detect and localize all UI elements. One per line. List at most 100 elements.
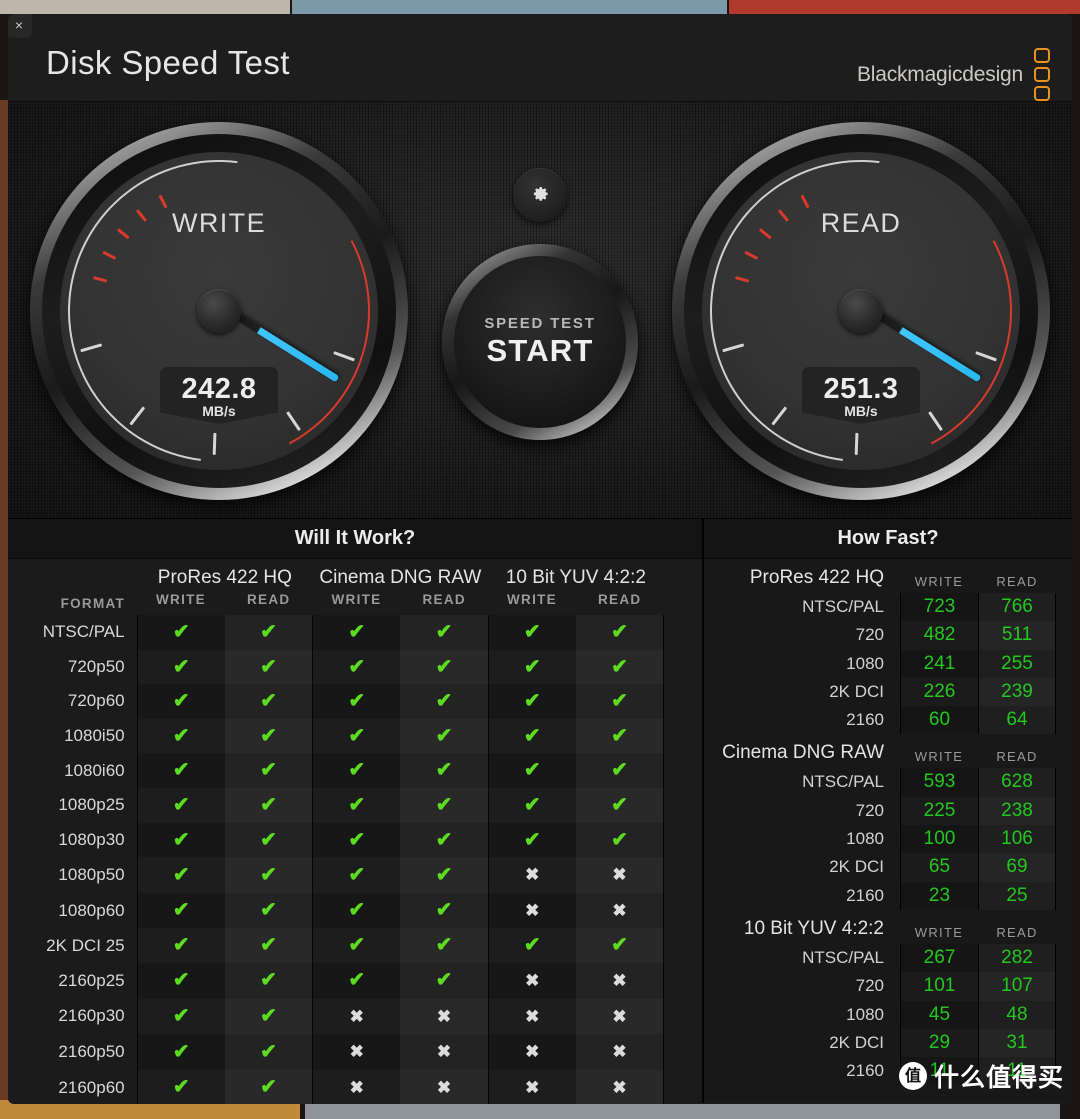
page-title: Disk Speed Test — [46, 44, 290, 81]
write-speed-value: 100 — [900, 825, 978, 854]
list-item: 720 101 107 — [720, 972, 1056, 1001]
gauge-major-tick — [771, 406, 787, 426]
support-yes-icon: ✔ — [400, 822, 489, 858]
how-fast-block-header: ProRes 422 HQ WRITE READ — [720, 559, 1056, 593]
support-yes-icon: ✔ — [312, 962, 401, 999]
format-label: 1080p50 — [58, 864, 125, 884]
support-yes-icon: ✔ — [312, 857, 401, 893]
support-yes-icon: ✔ — [224, 684, 313, 719]
format-label: NTSC/PAL — [42, 622, 125, 642]
write-speed-value: 45 — [900, 1000, 978, 1029]
gauge-redline-tick — [744, 250, 759, 260]
support-yes-icon: ✔ — [136, 928, 225, 963]
format-label: 1080p30 — [58, 829, 125, 849]
support-yes-icon: ✔ — [136, 615, 225, 650]
codec-header-dng: Cinema DNG RAW — [319, 567, 482, 588]
support-no-icon: ✖ — [487, 1034, 576, 1070]
table-row: 1080p60 ✔ ✔ ✔ ✔ ✖ ✖ — [8, 892, 702, 929]
support-yes-icon: ✔ — [400, 649, 489, 685]
read-speed-value: 69 — [978, 853, 1056, 882]
resolution-label: NTSC/PAL — [802, 597, 884, 616]
resolution-label: NTSC/PAL — [802, 772, 884, 792]
format-label: 2K DCI 25 — [46, 935, 125, 955]
write-speed-value: 593 — [900, 768, 978, 797]
list-item: 2160 60 64 — [720, 706, 1056, 735]
support-no-icon: ✖ — [575, 998, 664, 1035]
spacer-cell — [664, 559, 702, 592]
gauge-face: READ 251.3 MB/s — [702, 152, 1020, 470]
table-row: 1080i60 ✔ ✔ ✔ ✔ ✔ ✔ — [8, 753, 702, 788]
support-yes-icon: ✔ — [136, 684, 225, 719]
spacer-cell — [664, 592, 702, 615]
gear-icon — [533, 187, 548, 201]
support-yes-icon: ✔ — [224, 962, 313, 999]
how-fast-block: ProRes 422 HQ WRITE READ NTSC/PAL 723 766 720 4… — [704, 559, 1072, 735]
column-header-write: WRITE — [914, 749, 964, 765]
support-yes-icon: ✔ — [224, 1069, 313, 1104]
close-button[interactable]: × — [8, 14, 32, 38]
support-yes-icon: ✔ — [487, 615, 576, 650]
resolution-label: 720 — [855, 976, 884, 996]
support-no-icon: ✖ — [487, 1069, 576, 1104]
support-no-icon: ✖ — [400, 998, 489, 1035]
column-header-write: WRITE — [914, 574, 964, 589]
support-yes-icon: ✔ — [487, 822, 576, 858]
resolution-label: 2160 — [846, 710, 884, 730]
format-label: 1080i60 — [64, 760, 125, 780]
write-speed-value: 723 — [900, 593, 978, 622]
how-fast-body: ProRes 422 HQ WRITE READ NTSC/PAL 723 766 720 4… — [704, 559, 1072, 1086]
codec-header-prores: ProRes 422 HQ — [157, 567, 292, 588]
support-yes-icon: ✔ — [224, 753, 313, 788]
blackmagic-logo-icon — [1034, 48, 1050, 101]
codec-header-row: ProRes 422 HQ Cinema DNG RAW 10 Bit YUV … — [8, 559, 702, 592]
gauge-panel: WRITE 242.8 MB/s READ 251.3 MB/s SPEED T… — [8, 102, 1072, 519]
support-yes-icon: ✔ — [312, 787, 401, 823]
write-gauge-readout: 242.8 MB/s — [160, 366, 278, 424]
list-item: 2K DCI 65 69 — [720, 853, 1056, 882]
list-item: NTSC/PAL 593 628 — [720, 768, 1056, 797]
format-label: 2160p60 — [58, 1077, 125, 1097]
support-no-icon: ✖ — [575, 1069, 664, 1104]
support-yes-icon: ✔ — [575, 753, 664, 788]
write-speed-value: 60 — [900, 706, 978, 735]
write-speed-value: 23 — [900, 881, 978, 910]
resolution-label: 2K DCI — [829, 857, 884, 877]
support-yes-icon: ✔ — [400, 962, 489, 999]
support-yes-icon: ✔ — [224, 718, 313, 754]
support-yes-icon: ✔ — [575, 718, 664, 754]
table-row: 2K DCI 25 ✔ ✔ ✔ ✔ ✔ ✔ — [8, 928, 702, 963]
row-end-spacer — [663, 857, 702, 893]
list-item: 1080 45 48 — [720, 1000, 1056, 1029]
write-gauge-label: WRITE — [172, 208, 266, 238]
read-speed-value: 628 — [978, 768, 1056, 797]
support-yes-icon: ✔ — [312, 928, 401, 963]
table-row: 1080p50 ✔ ✔ ✔ ✔ ✖ ✖ — [8, 857, 702, 893]
table-row: 2160p50 ✔ ✔ ✖ ✖ ✖ ✖ — [8, 1034, 702, 1070]
format-label: 2160p30 — [58, 1006, 125, 1026]
support-yes-icon: ✔ — [400, 928, 489, 963]
support-yes-icon: ✔ — [136, 962, 225, 999]
support-no-icon: ✖ — [312, 1034, 401, 1070]
resolution-label: 2160 — [846, 1061, 884, 1081]
codec-title: ProRes 422 HQ — [749, 567, 884, 588]
support-no-icon: ✖ — [400, 1034, 489, 1070]
support-yes-icon: ✔ — [136, 1069, 225, 1104]
support-yes-icon: ✔ — [224, 787, 313, 823]
support-yes-icon: ✔ — [400, 857, 489, 893]
support-yes-icon: ✔ — [136, 998, 225, 1035]
how-fast-block-header: 10 Bit YUV 4:2:2 WRITE READ — [720, 910, 1056, 944]
support-yes-icon: ✔ — [312, 718, 401, 754]
resolution-label: 2K DCI — [829, 681, 884, 701]
gauge-major-tick — [854, 432, 859, 455]
gauge-major-tick — [212, 432, 217, 455]
settings-button[interactable] — [513, 168, 567, 222]
table-row: 1080p30 ✔ ✔ ✔ ✔ ✔ ✔ — [8, 822, 702, 858]
speed-test-start-button[interactable]: SPEED TEST START — [442, 244, 638, 440]
support-yes-icon: ✔ — [136, 649, 225, 685]
support-no-icon: ✖ — [575, 892, 664, 929]
start-button-subtitle: SPEED TEST — [484, 315, 596, 332]
support-yes-icon: ✔ — [224, 892, 313, 929]
how-fast-block-header: Cinema DNG RAW WRITE READ — [720, 734, 1056, 768]
resolution-label: 2160 — [846, 885, 884, 905]
write-speed-value: 226 — [900, 677, 978, 707]
